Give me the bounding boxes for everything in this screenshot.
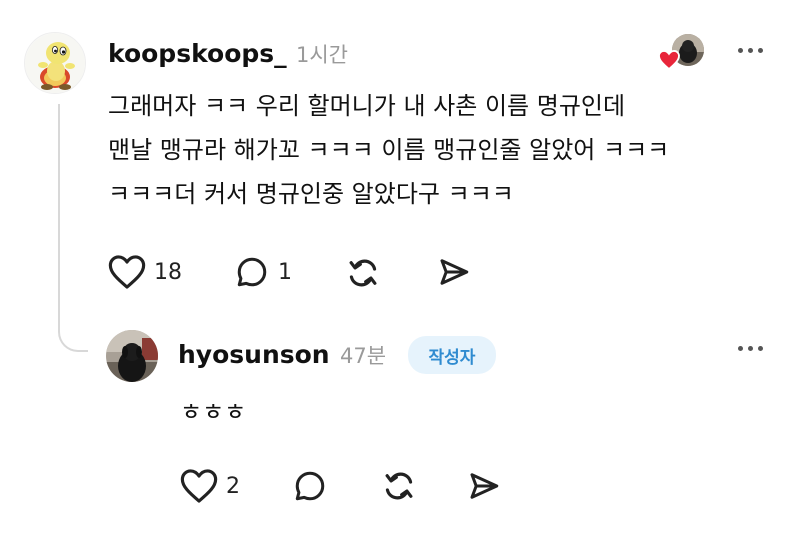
heart-icon: [108, 255, 146, 289]
comment-repost-button[interactable]: [344, 254, 382, 292]
comment-username[interactable]: koopskoops_: [108, 38, 287, 70]
comment-reply-count: 1: [278, 259, 292, 285]
repost-icon: [349, 259, 377, 287]
comment-body-line-2: 맨날 맹규라 해가꼬 ㅋㅋㅋ 이름 맹규인줄 알았어 ㅋㅋㅋ: [108, 136, 670, 164]
comment-body-line-3: ㅋㅋㅋ더 커서 명규인중 알았다구 ㅋㅋㅋ: [108, 180, 514, 208]
reply-like-button[interactable]: 2: [180, 468, 240, 504]
comment-thread: koopskoops_ 1시간 그래머자 ㅋㅋ 우리 할머니가 내 사촌 이름 …: [0, 0, 800, 540]
comment-timestamp: 1시간: [296, 43, 349, 67]
reply-reply-button[interactable]: [292, 468, 328, 504]
comment-body-line-1: 그래머자 ㅋㅋ 우리 할머니가 내 사촌 이름 명규인데: [108, 92, 626, 120]
reply-body: ㅎㅎㅎ: [180, 398, 247, 426]
reply-repost-button[interactable]: [380, 467, 418, 505]
comment-share-button[interactable]: [436, 254, 472, 290]
comment-more-options-icon[interactable]: [738, 48, 763, 53]
dog-avatar-icon[interactable]: [106, 330, 158, 382]
send-icon: [440, 259, 469, 285]
thread-connector: [58, 104, 88, 352]
comment-bubble-icon: [295, 471, 325, 501]
author-liked-heart-icon: [658, 50, 680, 70]
reply-timestamp: 47분: [340, 344, 387, 368]
reply-share-button[interactable]: [466, 468, 502, 504]
repost-icon: [385, 472, 413, 500]
reply-username[interactable]: hyosunson: [178, 339, 330, 371]
author-liked-indicator: [658, 34, 704, 70]
heart-icon: [180, 469, 218, 503]
author-badge: 작성자: [408, 336, 496, 374]
reply-like-count: 2: [226, 473, 240, 499]
comment-like-button[interactable]: 18: [108, 254, 182, 290]
comment-like-count: 18: [154, 259, 182, 285]
send-icon: [470, 473, 499, 499]
turtle-avatar-icon[interactable]: [24, 32, 86, 94]
comment-bubble-icon: [237, 257, 267, 287]
comment-reply-button[interactable]: 1: [234, 254, 292, 290]
reply-more-options-icon[interactable]: [738, 346, 763, 351]
